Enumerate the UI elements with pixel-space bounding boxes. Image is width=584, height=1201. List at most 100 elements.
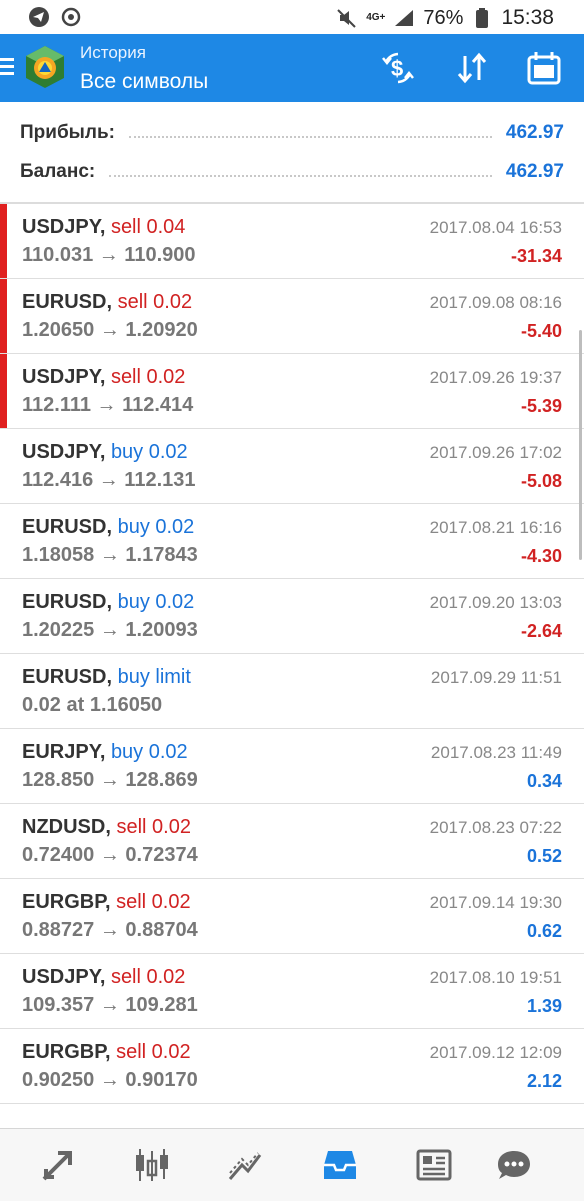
app-bar: История Все символы $ (0, 34, 584, 102)
trade-prices: 110.031 → 110.900 (22, 244, 196, 266)
status-left-icons (28, 6, 82, 28)
trade-row[interactable]: USDJPY, sell 0.02 112.111 → 112.414 2017.0… (0, 354, 584, 429)
nav-chart[interactable] (130, 1143, 174, 1187)
trade-symbol: EURUSD, buy 0.02 (22, 516, 194, 539)
calendar-button[interactable] (524, 48, 564, 88)
trade-row[interactable]: EURUSD, buy 0.02 1.18058 → 1.17843 2017.08… (0, 504, 584, 579)
account-summary: Прибыль: 462.97 Баланс: 462.97 (0, 102, 584, 202)
symbol-name: EURGBP, (22, 891, 111, 913)
nav-chat[interactable] (492, 1143, 536, 1187)
screen-subtitle: История (80, 43, 146, 62)
trade-prices: 112.111 → 112.414 (22, 394, 194, 416)
trade-row[interactable]: EURJPY, buy 0.02 128.850 → 128.869 2017.08… (0, 729, 584, 804)
profit-label: Прибыль: (20, 122, 115, 143)
nav-trade[interactable] (224, 1143, 268, 1187)
trade-row[interactable]: EURGBP, sell 0.02 0.88727 → 0.88704 2017.0… (0, 879, 584, 954)
menu-icon[interactable] (0, 54, 16, 82)
trade-history-list: USDJPY, sell 0.04 110.031 → 110.900 2017.0… (0, 204, 584, 1104)
battery-percent: 76% (423, 6, 464, 29)
metatrader-logo[interactable] (24, 44, 66, 90)
trade-row[interactable]: USDJPY, sell 0.04 110.031 → 110.900 2017.0… (0, 204, 584, 279)
network-indicator: 4G+ (366, 12, 386, 23)
trade-type: buy 0.02 (117, 591, 195, 613)
currency-swap-icon: $ (382, 52, 414, 84)
trade-symbol: EURUSD, sell 0.02 (22, 291, 192, 314)
symbol-name: EURUSD, (22, 516, 113, 538)
trade-date: 2017.08.23 07:22 (429, 818, 562, 837)
trade-row[interactable]: EURUSD, buy 0.02 1.20225 → 1.20093 2017.09… (0, 579, 584, 654)
chat-icon (498, 1151, 530, 1179)
trade-type: sell 0.04 (110, 216, 186, 238)
svg-text:$: $ (391, 56, 403, 81)
trade-row[interactable]: EURUSD, buy limit 0.02 at 1.16050 2017.09.… (0, 654, 584, 729)
dotted-leader (128, 136, 492, 138)
loss-marker (0, 279, 7, 353)
trade-row[interactable]: NZDUSD, sell 0.02 0.72400 → 0.72374 2017.0… (0, 804, 584, 879)
bottom-navigation (0, 1128, 584, 1201)
trade-date: 2017.09.08 08:16 (429, 293, 562, 312)
trade-profit: -4.30 (520, 546, 562, 566)
trade-type: buy 0.02 (110, 741, 188, 763)
trade-symbol: USDJPY, buy 0.02 (22, 441, 188, 464)
trade-symbol: EURUSD, buy limit (22, 666, 191, 689)
trade-profit: 0.62 (526, 921, 562, 941)
symbol-name: USDJPY, (22, 966, 106, 988)
symbol-name: USDJPY, (22, 366, 106, 388)
trade-prices: 0.90250 → 0.90170 (22, 1069, 198, 1091)
nav-history[interactable] (318, 1143, 362, 1187)
telegram-icon (28, 6, 50, 28)
trade-date: 2017.08.21 16:16 (429, 518, 562, 537)
nav-quotes[interactable] (36, 1143, 80, 1187)
screen-title[interactable]: Все символы (80, 70, 208, 94)
trade-date: 2017.08.10 19:51 (429, 968, 562, 987)
trade-prices: 1.20650 → 1.20920 (22, 319, 198, 341)
trade-type: sell 0.02 (116, 816, 191, 838)
trade-date: 2017.09.26 19:37 (429, 368, 562, 387)
trade-type: buy limit (117, 666, 191, 688)
chart-icon (136, 1149, 168, 1181)
trade-type: buy 0.02 (117, 516, 195, 538)
trade-symbol: EURGBP, sell 0.02 (22, 891, 191, 914)
trade-type: sell 0.02 (110, 366, 186, 388)
balance-row: Баланс: 462.97 (20, 157, 564, 187)
nav-news[interactable] (412, 1143, 456, 1187)
news-icon (416, 1149, 452, 1181)
trade-row[interactable]: USDJPY, sell 0.02 109.357 → 109.281 2017.0… (0, 954, 584, 1029)
trade-date: 2017.08.04 16:53 (429, 218, 562, 237)
trade-profit: 0.34 (526, 771, 562, 791)
scrollbar[interactable] (579, 330, 582, 560)
trade-profit: 2.12 (526, 1071, 562, 1091)
trade-prices: 0.88727 → 0.88704 (22, 919, 198, 941)
trade-date: 2017.09.29 11:51 (430, 668, 562, 687)
symbol-name: EURUSD, (22, 591, 113, 613)
currency-swap-button[interactable]: $ (378, 48, 418, 88)
sync-icon (60, 6, 82, 28)
battery-icon (471, 7, 493, 29)
loss-marker (0, 354, 7, 428)
trade-row[interactable]: USDJPY, buy 0.02 112.416 → 112.131 2017.09… (0, 429, 584, 504)
trade-date: 2017.09.26 17:02 (429, 443, 562, 462)
symbol-name: USDJPY, (22, 216, 106, 238)
trade-prices: 0.02 at 1.16050 (22, 694, 163, 716)
symbol-name: NZDUSD, (22, 816, 111, 838)
trade-row[interactable]: EURUSD, sell 0.02 1.20650 → 1.20920 2017.0… (0, 279, 584, 354)
trade-row[interactable]: EURGBP, sell 0.02 0.90250 → 0.90170 2017.0… (0, 1029, 584, 1104)
profit-value: 462.97 (505, 122, 564, 143)
trade-profit: -2.64 (520, 621, 562, 641)
sort-button[interactable] (452, 48, 492, 88)
trade-symbol: USDJPY, sell 0.02 (22, 366, 185, 389)
trade-profit: -5.40 (520, 321, 562, 341)
trade-symbol: EURGBP, sell 0.02 (22, 1041, 191, 1064)
trade-prices: 109.357 → 109.281 (22, 994, 198, 1016)
symbol-name: EURUSD, (22, 666, 113, 688)
trade-type: sell 0.02 (110, 966, 186, 988)
calendar-icon (527, 52, 561, 85)
trade-prices: 1.20225 → 1.20093 (22, 619, 198, 641)
trade-date: 2017.09.20 13:03 (429, 593, 562, 612)
sort-icon (457, 52, 487, 84)
trade-icon (228, 1152, 262, 1180)
trade-date: 2017.09.12 12:09 (429, 1043, 562, 1062)
trade-date: 2017.08.23 11:49 (430, 743, 562, 762)
quotes-icon (42, 1151, 72, 1181)
symbol-name: EURUSD, (22, 291, 113, 313)
